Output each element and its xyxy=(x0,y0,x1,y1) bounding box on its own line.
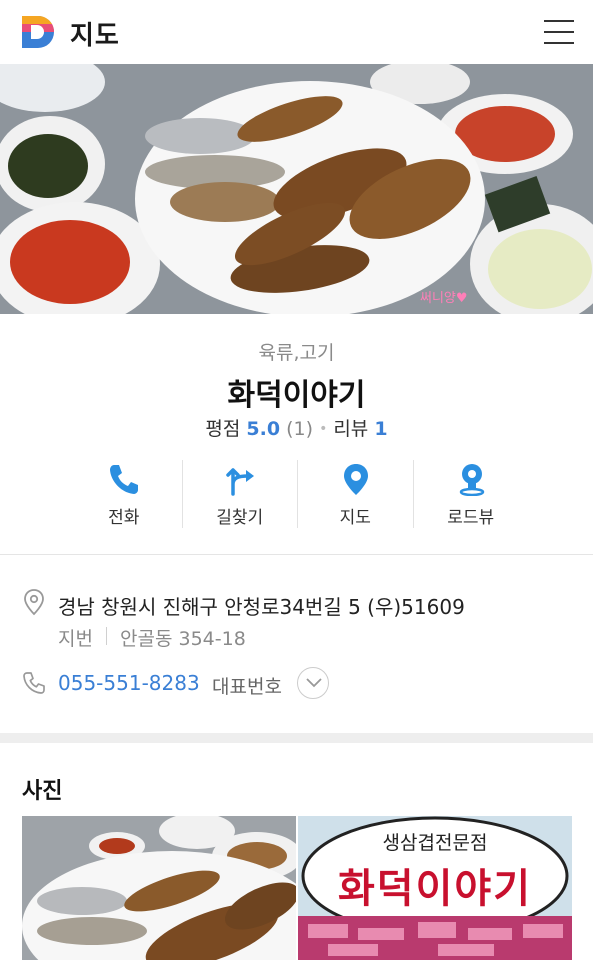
place-category: 육류,고기 xyxy=(258,342,335,364)
review-count: 1 xyxy=(374,418,388,440)
hero-photo[interactable]: 써니양♥ xyxy=(0,64,593,314)
phone-number-link[interactable]: 055-551-8283 xyxy=(58,671,200,695)
phone-type-label: 대표번호 xyxy=(212,676,282,698)
roadview-label: 로드뷰 xyxy=(447,508,495,528)
rating-count: (1) xyxy=(286,418,314,440)
phone-outline-icon xyxy=(22,671,46,695)
sign-title: 화덕이야기 xyxy=(338,866,532,912)
directions-button[interactable]: 길찾기 xyxy=(181,460,298,528)
directions-icon xyxy=(224,462,258,496)
roadview-icon xyxy=(455,462,489,497)
map-pin-icon xyxy=(339,462,373,496)
expand-phones-button[interactable] xyxy=(297,667,329,699)
place-name: 화덕이야기 xyxy=(227,378,366,413)
rating-row[interactable]: 평점 5.0 (1) • 리뷰 1 xyxy=(0,414,593,441)
jibun-label: 지번 xyxy=(58,628,93,650)
action-bar: 전화 길찾기 지도 로드뷰 xyxy=(66,460,528,528)
directions-label: 길찾기 xyxy=(216,508,264,528)
page-title: 지도 xyxy=(70,21,120,51)
jibun-address: 안골동 354-18 xyxy=(120,628,246,650)
photos-section-title: 사진 xyxy=(22,779,63,804)
app-header: 지도 xyxy=(0,0,593,64)
rating-label: 평점 xyxy=(205,418,241,440)
jibun-separator xyxy=(106,627,107,645)
hero-watermark: 써니양♥ xyxy=(420,291,468,306)
hamburger-menu-icon[interactable] xyxy=(544,20,574,44)
map-button[interactable]: 지도 xyxy=(297,460,413,528)
sign-subtitle: 생삼겹전문점 xyxy=(382,832,488,854)
chevron-down-icon xyxy=(306,678,322,688)
call-label: 전화 xyxy=(108,508,140,528)
location-pin-icon xyxy=(22,588,46,616)
rating-value: 5.0 xyxy=(246,418,281,440)
roadview-button[interactable]: 로드뷰 xyxy=(412,460,529,528)
photo-thumbnail-2[interactable]: 생삼겹전문점 화덕이야기 xyxy=(298,816,572,960)
map-label: 지도 xyxy=(339,508,371,528)
review-label: 리뷰 xyxy=(333,418,369,440)
section-divider xyxy=(0,733,593,743)
phone-icon xyxy=(107,462,141,496)
photo-thumbnail-1[interactable] xyxy=(22,816,296,960)
daum-logo-icon[interactable] xyxy=(20,14,56,50)
divider xyxy=(0,554,593,555)
call-button[interactable]: 전화 xyxy=(66,460,182,528)
road-address[interactable]: 경남 창원시 진해구 안청로34번길 5 (우)51609 xyxy=(58,591,465,620)
separator-dot: • xyxy=(319,421,328,437)
